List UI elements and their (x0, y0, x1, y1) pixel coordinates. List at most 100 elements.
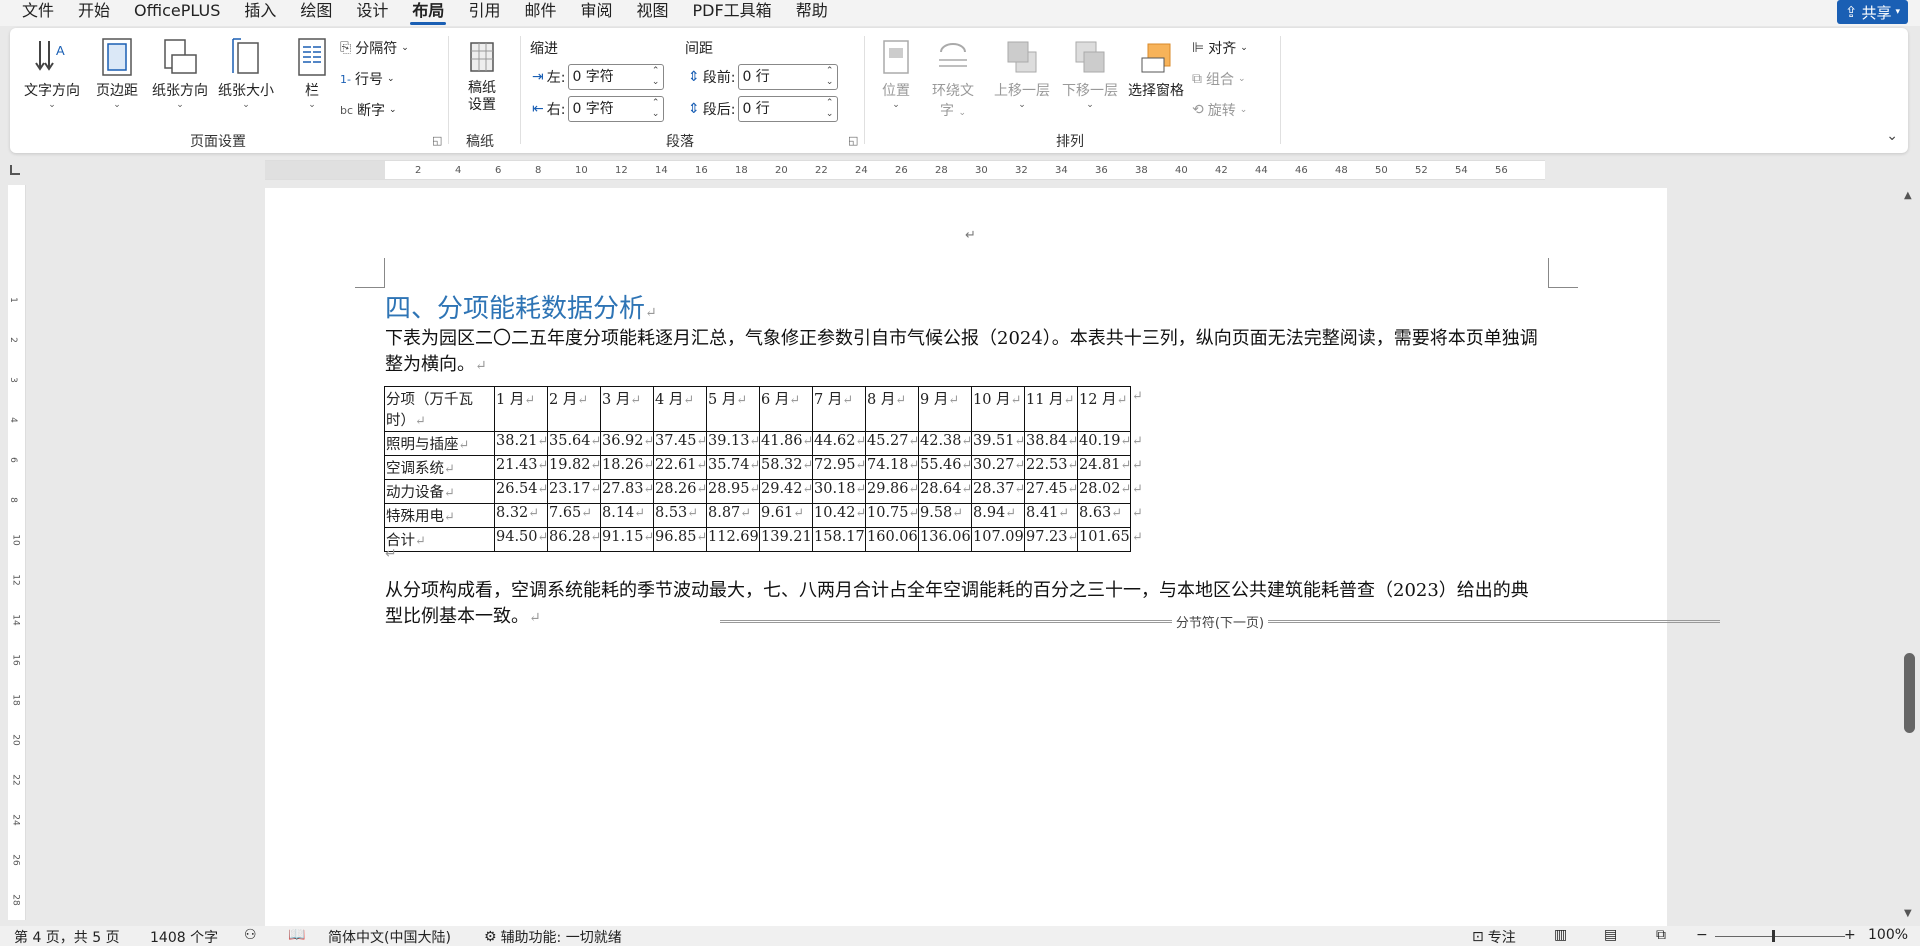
table-cell[interactable]: 7.65↵ (547, 503, 601, 528)
table-cell[interactable]: 动力设备↵ (384, 479, 495, 504)
zoom-slider[interactable] (1715, 936, 1845, 937)
table-header-cell[interactable]: 分项（万千瓦时）↵ (384, 386, 495, 432)
read-view-icon[interactable]: ▥ (1554, 927, 1567, 943)
menu-item-2[interactable]: OfficePLUS (122, 0, 232, 26)
menu-item-7[interactable]: 引用 (456, 0, 512, 26)
table-cell[interactable]: 10.75↵ (865, 503, 919, 528)
table-cell[interactable]: 45.27↵ (865, 431, 919, 456)
indent-right-input[interactable]: 0 字符 ⌃ ⌄ (568, 96, 665, 122)
table-cell[interactable]: 44.62↵ (812, 431, 866, 456)
table-header-cell[interactable]: 2 月↵ (547, 386, 601, 432)
align-button[interactable]: ⊫ 对齐 ⌄ (1192, 38, 1248, 58)
menu-item-5[interactable]: 设计 (344, 0, 400, 26)
send-backward-button[interactable]: 下移一层 ⌄ (1062, 36, 1118, 110)
table-cell[interactable]: 8.14↵ (600, 503, 654, 528)
table-cell[interactable]: 158.17↵ (812, 527, 866, 552)
table-cell[interactable]: 19.82↵ (547, 455, 601, 480)
table-cell[interactable]: 9.61↵ (759, 503, 813, 528)
paragraph-launcher-icon[interactable]: ◱ (848, 134, 858, 147)
table-cell[interactable]: 39.51↵ (971, 431, 1025, 456)
zoom-level[interactable]: 100% (1868, 927, 1908, 943)
hyphenation-button[interactable]: bc 断字 ⌄ (340, 100, 397, 120)
energy-table[interactable]: 分项（万千瓦时）↵ 1 月↵ 2 月↵ 3 月↵ 4 月↵ 5 月↵ 6 月↵ 7 月↵ 8 月… (384, 386, 1145, 552)
menu-item-0[interactable]: 文件 (10, 0, 66, 26)
accessibility-status[interactable]: ⚙ 辅助功能: 一切就绪 (484, 927, 622, 946)
table-cell[interactable]: 30.27↵ (971, 455, 1025, 480)
table-cell[interactable]: 8.53↵ (653, 503, 707, 528)
table-cell[interactable]: 28.95↵ (706, 479, 760, 504)
table-cell[interactable]: 29.42↵ (759, 479, 813, 504)
table-cell[interactable]: 35.64↵ (547, 431, 601, 456)
table-cell[interactable]: 96.85↵ (653, 527, 707, 552)
page-indicator[interactable]: 第 4 页，共 5 页 (14, 927, 120, 946)
indent-left-input[interactable]: 0 字符 ⌃ ⌄ (568, 64, 665, 90)
table-header-cell[interactable]: 10 月↵ (971, 386, 1025, 432)
table-cell[interactable]: 28.02↵ (1077, 479, 1131, 504)
language-indicator[interactable]: 简体中文(中国大陆) (328, 927, 451, 946)
table-cell[interactable]: 112.69↵ (706, 527, 760, 552)
table-cell[interactable]: 139.21↵ (759, 527, 813, 552)
table-cell[interactable]: 28.26↵ (653, 479, 707, 504)
zoom-out-icon[interactable]: − (1696, 927, 1708, 943)
table-cell[interactable]: 101.65↵ (1077, 527, 1131, 552)
proofing-icon[interactable]: ⚇ (244, 927, 257, 943)
focus-button[interactable]: ⊡ 专注 (1472, 927, 1516, 946)
table-cell[interactable]: 8.32↵ (494, 503, 548, 528)
table-header-cell[interactable]: 4 月↵ (653, 386, 707, 432)
table-cell[interactable]: 8.94↵ (971, 503, 1025, 528)
table-cell[interactable]: 22.61↵ (653, 455, 707, 480)
columns-button[interactable]: 栏 ⌄ (294, 36, 330, 110)
menu-item-3[interactable]: 插入 (232, 0, 288, 26)
table-header-cell[interactable]: 5 月↵ (706, 386, 760, 432)
section-heading[interactable]: 四、分项能耗数据分析↵ (385, 288, 657, 325)
tab-selector[interactable] (10, 165, 20, 175)
table-cell[interactable]: 39.13↵ (706, 431, 760, 456)
table-cell[interactable]: 40.19↵ (1077, 431, 1131, 456)
text-direction-button[interactable]: A 文字方向 ⌄ (24, 36, 80, 110)
table-cell[interactable]: 照明与插座↵ (384, 431, 495, 456)
table-cell[interactable]: 29.86↵ (865, 479, 919, 504)
menu-item-4[interactable]: 绘图 (288, 0, 344, 26)
table-header-cell[interactable]: 11 月↵ (1024, 386, 1078, 432)
rotate-button[interactable]: ⟲ 旋转 ⌄ (1192, 100, 1247, 120)
table-header-cell[interactable]: 1 月↵ (494, 386, 548, 432)
table-cell[interactable]: 37.45↵ (653, 431, 707, 456)
manuscript-settings-button[interactable]: 稿纸 设置 (464, 36, 500, 114)
table-cell[interactable]: 18.26↵ (600, 455, 654, 480)
print-layout-icon[interactable]: ▤ (1604, 927, 1617, 943)
table-cell[interactable]: 28.64↵ (918, 479, 972, 504)
collapse-ribbon-icon[interactable]: ⌄ (1886, 128, 1898, 144)
scroll-thumb[interactable] (1904, 653, 1915, 733)
table-cell[interactable]: 86.28↵ (547, 527, 601, 552)
spinner-arrows-icon[interactable]: ⌃ ⌄ (826, 98, 834, 120)
table-cell[interactable]: 27.83↵ (600, 479, 654, 504)
table-header-cell[interactable]: 3 月↵ (600, 386, 654, 432)
web-layout-icon[interactable]: ⧉ (1656, 927, 1666, 943)
table-cell[interactable]: 22.53↵ (1024, 455, 1078, 480)
page-size-button[interactable]: 纸张大小 ⌄ (218, 36, 274, 110)
table-cell[interactable]: 空调系统↵ (384, 455, 495, 480)
table-cell[interactable]: 97.23↵ (1024, 527, 1078, 552)
orientation-button[interactable]: 纸张方向 ⌄ (152, 36, 208, 110)
table-cell[interactable]: 23.17↵ (547, 479, 601, 504)
vertical-ruler[interactable]: 1234681012141618202224262830 (8, 185, 26, 946)
table-cell[interactable]: 136.06↵ (918, 527, 972, 552)
page-setup-launcher-icon[interactable]: ◱ (432, 134, 442, 147)
spinner-arrows-icon[interactable]: ⌃ ⌄ (826, 66, 834, 88)
table-header-cell[interactable]: 9 月↵ (918, 386, 972, 432)
table-cell[interactable]: 91.15↵ (600, 527, 654, 552)
table-cell[interactable]: 58.32↵ (759, 455, 813, 480)
breaks-button[interactable]: ⎘ 分隔符 ⌄ (340, 38, 409, 58)
table-cell[interactable]: 38.21↵ (494, 431, 548, 456)
table-cell[interactable]: 42.38↵ (918, 431, 972, 456)
table-cell[interactable]: 8.87↵ (706, 503, 760, 528)
table-cell[interactable]: 38.84↵ (1024, 431, 1078, 456)
spacing-before-input[interactable]: 0 行 ⌃ ⌄ (738, 64, 839, 90)
table-cell[interactable]: 合计↵ (384, 527, 495, 552)
read-mode-icon[interactable]: 📖 (288, 927, 305, 943)
position-button[interactable]: 位置 ⌄ (878, 36, 914, 110)
table-cell[interactable]: 36.92↵ (600, 431, 654, 456)
table-cell[interactable]: 10.42↵ (812, 503, 866, 528)
table-header-cell[interactable]: 12 月↵ (1077, 386, 1131, 432)
bring-forward-button[interactable]: 上移一层 ⌄ (994, 36, 1050, 110)
